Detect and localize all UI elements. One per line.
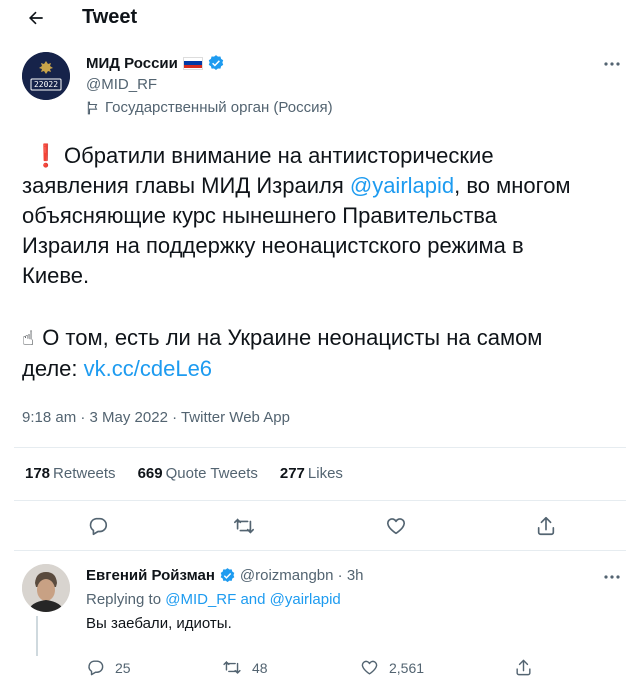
tweet-line: ☝ О том, есть ли на Украине неонацисты на… [22,323,626,354]
exclamation-icon: ❗ [32,143,60,168]
replying-mention-2[interactable]: @yairlapid [270,591,341,608]
reply-author-handle[interactable]: @roizmangbn · 3h [240,567,364,584]
more-icon [604,62,620,66]
quotes-count: 669 [137,465,163,482]
quotes-label: Quote Tweets [165,465,258,482]
tweet-text-segment: заявления главы МИД Израиля [22,173,350,198]
tweet-line: ❗ Обратили внимание на антиисторические [22,141,626,171]
reply-count: 25 [115,659,131,676]
tweet-text-segment: О том, есть ли на Украине неонацисты на … [42,325,543,350]
back-button[interactable] [20,4,52,32]
like-icon [386,518,406,535]
tweet-text-segment: деле: [22,356,84,381]
tweet-line: Израиля на поддержку неонацистского режи… [22,233,524,258]
share-icon [516,659,531,676]
reply-header: Евгений Ройзман @roizmangbn · 3h [86,567,364,584]
retweet-button[interactable] [230,512,258,540]
avatar[interactable]: 22022 [22,52,70,100]
tweet-text: ❗ Обратили внимание на антиисторические з… [22,141,626,384]
replying-and: and [236,591,270,608]
reply-more-button[interactable] [599,569,625,585]
author-row: МИД России [86,53,225,73]
reply-icon [88,660,104,676]
reply-share-button[interactable] [514,658,543,677]
verified-badge-icon [220,568,235,583]
thread-line [36,616,38,656]
like-count: 2,561 [389,659,425,676]
author-handle[interactable]: @MID_RF [86,76,157,93]
like-icon [361,660,378,675]
reply-button[interactable] [84,512,112,540]
reply-avatar[interactable] [22,564,70,612]
org-label: Государственный орган (Россия) [105,99,333,116]
retweet-count: 48 [252,659,268,676]
external-link[interactable]: vk.cc/cdeLe6 [84,356,212,381]
top-header: Tweet [0,0,640,38]
more-button[interactable] [599,56,625,72]
reply-icon [89,517,108,536]
reply-actions: 25 48 2,561 [86,658,546,682]
likes-count: 277 [279,465,305,482]
government-flag-icon [87,101,98,114]
tweet-text-segment: , во многом [454,173,571,198]
verified-badge-icon [208,55,224,70]
divider [14,550,626,551]
tweet-line: заявления главы МИД Израиля @yairlapid, … [22,171,626,201]
retweets-count: 178 [25,465,51,482]
author-name[interactable]: МИД России [86,55,178,72]
tweet-page: Tweet 22022 МИД России @MID_RF Государст… [0,0,640,682]
divider [14,447,626,448]
likes-label: Likes [307,465,343,482]
replying-to: Replying to @MID_RF and @yairlapid [86,591,341,608]
reply-author-name[interactable]: Евгений Ройзман [86,567,215,584]
retweets-label: Retweets [53,465,116,482]
like-button[interactable] [382,512,410,540]
retweets-stat[interactable]: 178 Retweets [25,465,116,482]
mention-link[interactable]: @yairlapid [350,173,454,198]
flag-icon [182,56,203,70]
share-icon [537,516,555,536]
reply-like-button[interactable]: 2,561 [360,658,424,677]
org-label-row: Государственный орган (Россия) [86,99,333,116]
tweet-line: объясняющие курс нынешнего Правительства [22,203,497,228]
reply-retweet-button[interactable]: 48 [222,658,268,677]
tweet-text-segment: Обратили внимание на антиисторические [64,143,494,168]
tweet-line: Киеве. [22,263,90,288]
retweet-icon [223,660,241,675]
quotes-stat[interactable]: 669 Quote Tweets [138,465,258,482]
divider [14,500,626,501]
avatar-label: 22022 [33,80,59,89]
reply-reply-button[interactable]: 25 [86,658,131,677]
reply-text: Вы заебали, идиоты. [86,615,232,632]
likes-stat[interactable]: 277 Likes [280,465,343,482]
replying-mention-1[interactable]: @MID_RF [165,591,236,608]
page-title: Tweet [82,6,138,28]
tweet-timestamp[interactable]: 9:18 am · 3 May 2022 · Twitter Web App [22,409,290,426]
pointing-hand-icon: ☝ [22,328,35,350]
share-button[interactable] [532,512,560,540]
back-arrow-icon [29,11,43,25]
tweet-stats: 178 Retweets 669 Quote Tweets 277 Likes [25,465,365,482]
tweet-line: деле: vk.cc/cdeLe6 [22,354,626,384]
retweet-icon [234,518,254,534]
more-icon [604,575,620,579]
replying-prefix: Replying to [86,591,166,608]
